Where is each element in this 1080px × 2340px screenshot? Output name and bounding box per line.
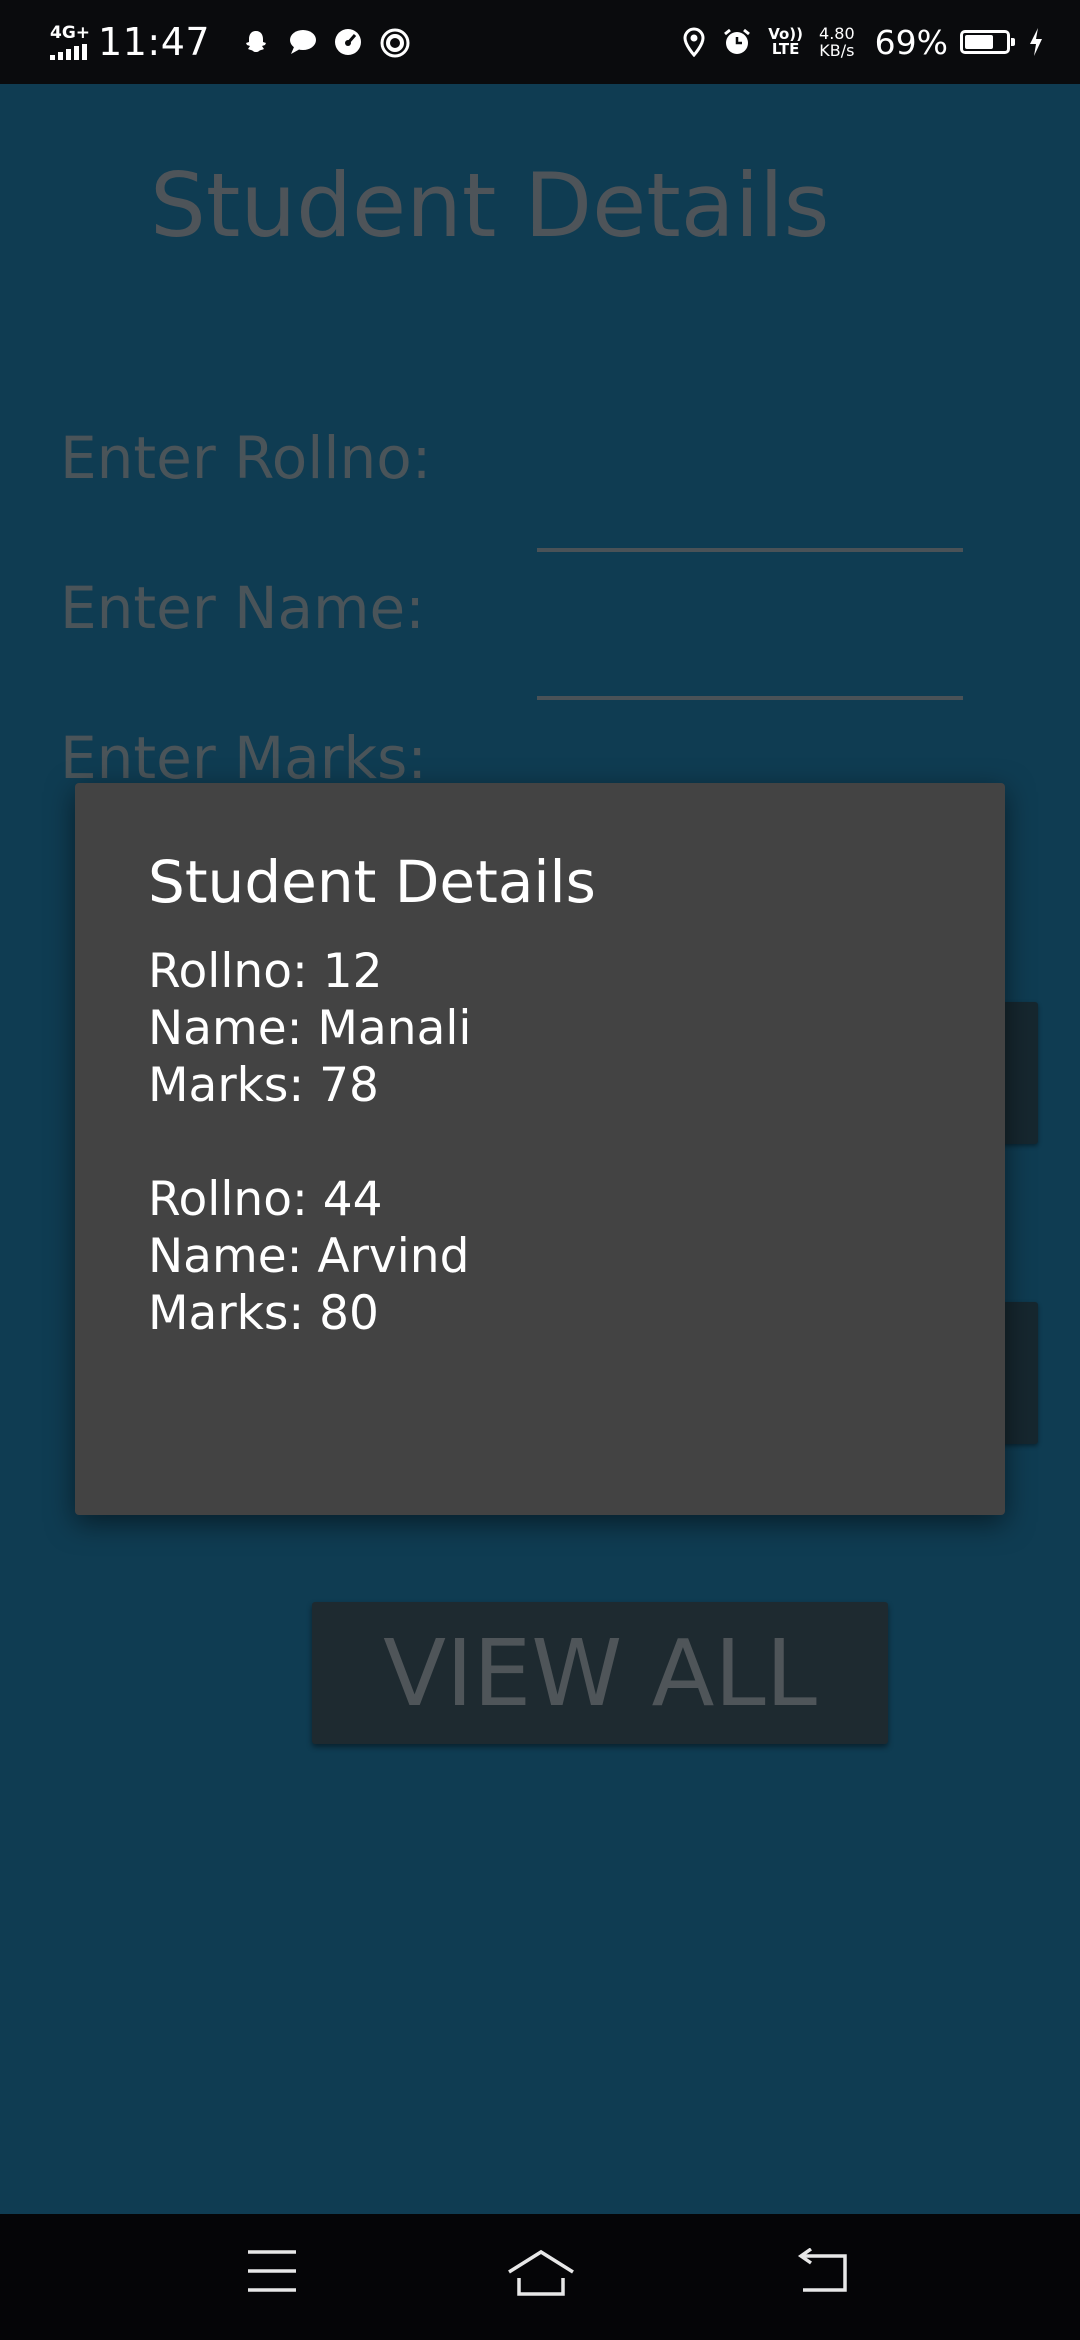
network-speed: 4.80 KB/s	[819, 25, 855, 59]
page-title: Student Details	[150, 154, 830, 257]
signal-icon	[50, 43, 90, 60]
battery-icon	[960, 30, 1015, 54]
volte-indicator: Vo)) LTE	[768, 27, 803, 57]
record-rollno: Rollno: 44	[148, 1172, 383, 1227]
charging-icon	[1028, 27, 1044, 57]
network-type: 4G+	[50, 22, 91, 43]
record-rollno: Rollno: 12	[148, 944, 383, 999]
status-left: 4G+ 11:47	[50, 18, 410, 66]
rollno-label: Enter Rollno:	[60, 424, 432, 492]
battery-fill	[965, 35, 993, 49]
record-marks: Marks: 80	[148, 1286, 379, 1341]
back-icon[interactable]	[795, 2247, 851, 2298]
record-name: Name: Arvind	[148, 1229, 470, 1284]
dialog-message: Rollno: 12 Name: Manali Marks: 78 Rollno…	[148, 943, 948, 1399]
lte-label: LTE	[771, 40, 800, 58]
message-icon	[288, 28, 317, 56]
name-input[interactable]	[537, 656, 963, 700]
name-label: Enter Name:	[60, 574, 425, 642]
circle-app-icon	[380, 28, 410, 58]
student-record: Rollno: 12 Name: Manali Marks: 78	[148, 943, 948, 1114]
speed-unit: KB/s	[819, 41, 855, 60]
status-right: Vo)) LTE 4.80 KB/s 69%	[666, 18, 1044, 66]
location-icon	[682, 27, 706, 57]
student-details-dialog: Student Details Rollno: 12 Name: Manali …	[75, 783, 1005, 1515]
navigation-bar	[0, 2214, 1080, 2340]
rollno-input[interactable]	[537, 508, 963, 552]
snapchat-icon	[242, 28, 270, 56]
speed-value: 4.80	[819, 24, 855, 43]
home-icon[interactable]	[505, 2248, 577, 2304]
dialog-title: Student Details	[148, 848, 596, 916]
clock: 11:47	[98, 20, 211, 64]
menu-icon[interactable]	[246, 2248, 298, 2298]
marks-label: Enter Marks:	[60, 724, 427, 792]
network-indicator: 4G+	[50, 22, 91, 60]
view-all-button[interactable]: VIEW ALL	[312, 1602, 888, 1744]
status-bar: 4G+ 11:47 Vo)) LTE 4.80 KB/s 69%	[0, 0, 1080, 84]
speedometer-icon	[334, 28, 362, 56]
record-marks: Marks: 78	[148, 1058, 379, 1113]
alarm-icon	[722, 27, 752, 57]
record-name: Name: Manali	[148, 1001, 472, 1056]
battery-percent: 69%	[874, 22, 948, 62]
student-record: Rollno: 44 Name: Arvind Marks: 80	[148, 1171, 948, 1342]
